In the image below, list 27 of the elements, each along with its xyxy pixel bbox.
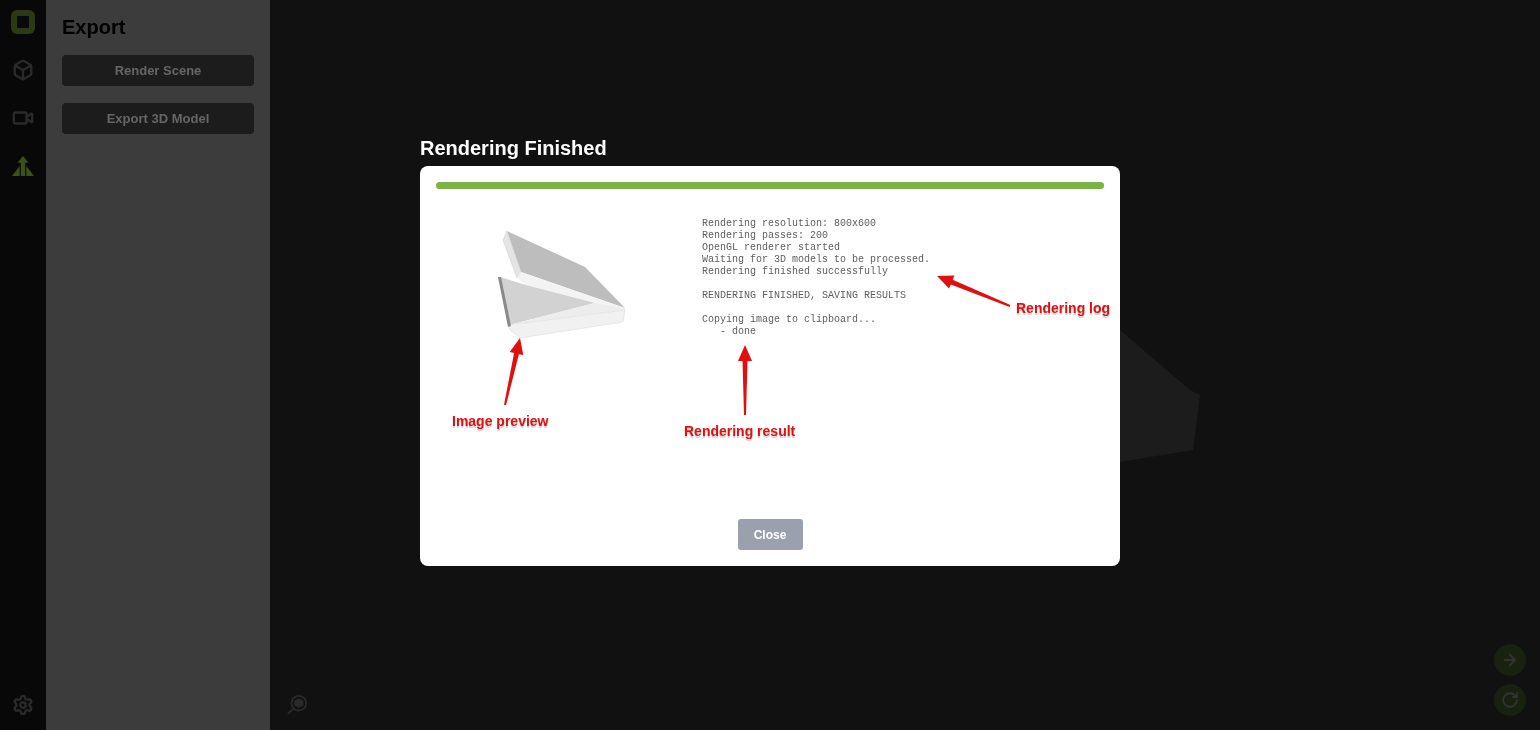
panel-button[interactable]: Export 3D Model (62, 103, 254, 134)
close-button[interactable]: Close (737, 519, 803, 550)
export-icon[interactable] (12, 155, 34, 177)
annotation-label: Rendering log (1016, 299, 1111, 317)
log-line: Waiting for 3D models to be processed. (702, 254, 931, 266)
annotation-label: Rendering result (684, 422, 796, 440)
annotation-label: Image preview (452, 412, 549, 430)
log-line: OpenGL renderer started (702, 242, 842, 254)
next-button[interactable] (1494, 644, 1526, 676)
app-logo[interactable] (11, 10, 35, 34)
annotation-arrow (504, 338, 524, 406)
cube-icon[interactable] (12, 59, 34, 81)
arrow-right-icon (1501, 651, 1519, 669)
refresh-icon (1501, 691, 1519, 709)
panel-button[interactable]: Render Scene (62, 55, 254, 86)
log-line: RENDERING FINISHED, SAVING RESULTS (702, 290, 908, 302)
settings-icon[interactable] (12, 694, 34, 716)
annotation-arrow (738, 345, 752, 415)
refresh-button[interactable] (1494, 684, 1526, 716)
magnifier-cube-icon[interactable] (286, 694, 308, 716)
log-line: Copying image to clipboard... (702, 314, 878, 326)
dialog-title: Rendering Finished (420, 136, 608, 160)
log-line: Rendering finished successfully (702, 266, 890, 278)
panel-title: Export (62, 15, 127, 40)
log-line: - done (720, 326, 757, 338)
log-line: Rendering resolution: 800x600 (702, 218, 878, 230)
log-line: Rendering passes: 200 (702, 230, 830, 242)
